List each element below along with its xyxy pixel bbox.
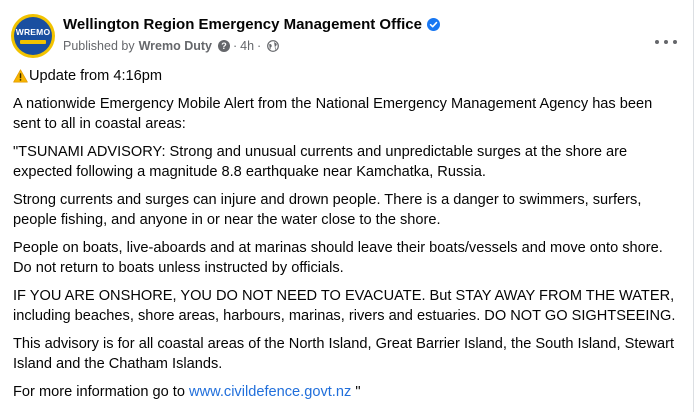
more-options-button[interactable] (655, 36, 677, 48)
warning-triangle-icon (13, 69, 28, 83)
question-circle-icon[interactable]: ? (217, 40, 230, 52)
avatar-logo-text: WREMO (15, 27, 51, 38)
post-meta: Published by Wremo Duty ? · 4h · (63, 39, 280, 53)
meta-separator-2: · (257, 39, 262, 53)
update-text: Update from 4:16pm (29, 68, 163, 84)
facebook-post: WREMO Wellington Region Emergency Manage… (0, 0, 694, 412)
more-dot (673, 40, 677, 44)
svg-text:?: ? (221, 41, 227, 51)
publisher-link[interactable]: Wremo Duty (139, 39, 212, 53)
paragraph-coverage: This advisory is for all coastal areas o… (13, 336, 675, 372)
verified-badge-icon (426, 18, 440, 31)
closing-quote: " (351, 384, 361, 400)
post-body: Update from 4:16pm A nationwide Emergenc… (13, 66, 679, 410)
paragraph-onshore: IF YOU ARE ONSHORE, YOU DO NOT NEED TO E… (13, 288, 676, 324)
post-time-link[interactable]: 4h (240, 39, 254, 53)
paragraph-advisory: "TSUNAMI ADVISORY: Strong and unusual cu… (13, 144, 628, 180)
civildefence-link[interactable]: www.civildefence.govt.nz (189, 384, 351, 400)
page-name-link[interactable]: Wellington Region Emergency Management O… (63, 16, 422, 33)
post-header: WREMO Wellington Region Emergency Manage… (11, 14, 693, 58)
more-info-text: For more information go to (13, 384, 185, 400)
paragraph-danger: Strong currents and surges can injure an… (13, 192, 642, 228)
globe-icon[interactable] (267, 40, 280, 52)
update-line: Update from 4:16pm (13, 66, 679, 86)
page-name-row: Wellington Region Emergency Management O… (63, 16, 440, 33)
paragraph-boats: People on boats, live-aboards and at mar… (13, 240, 663, 276)
avatar[interactable]: WREMO (11, 14, 55, 58)
published-by-label: Published by (63, 39, 135, 53)
paragraph-more-info: For more information go to www.civildefe… (13, 382, 679, 402)
paragraph-alert-intro: A nationwide Emergency Mobile Alert from… (13, 96, 653, 132)
meta-separator: · (232, 39, 238, 53)
more-dot (664, 40, 668, 44)
avatar-logo: WREMO (14, 17, 52, 55)
more-dot (655, 40, 659, 44)
avatar-logo-stripe (20, 39, 46, 44)
